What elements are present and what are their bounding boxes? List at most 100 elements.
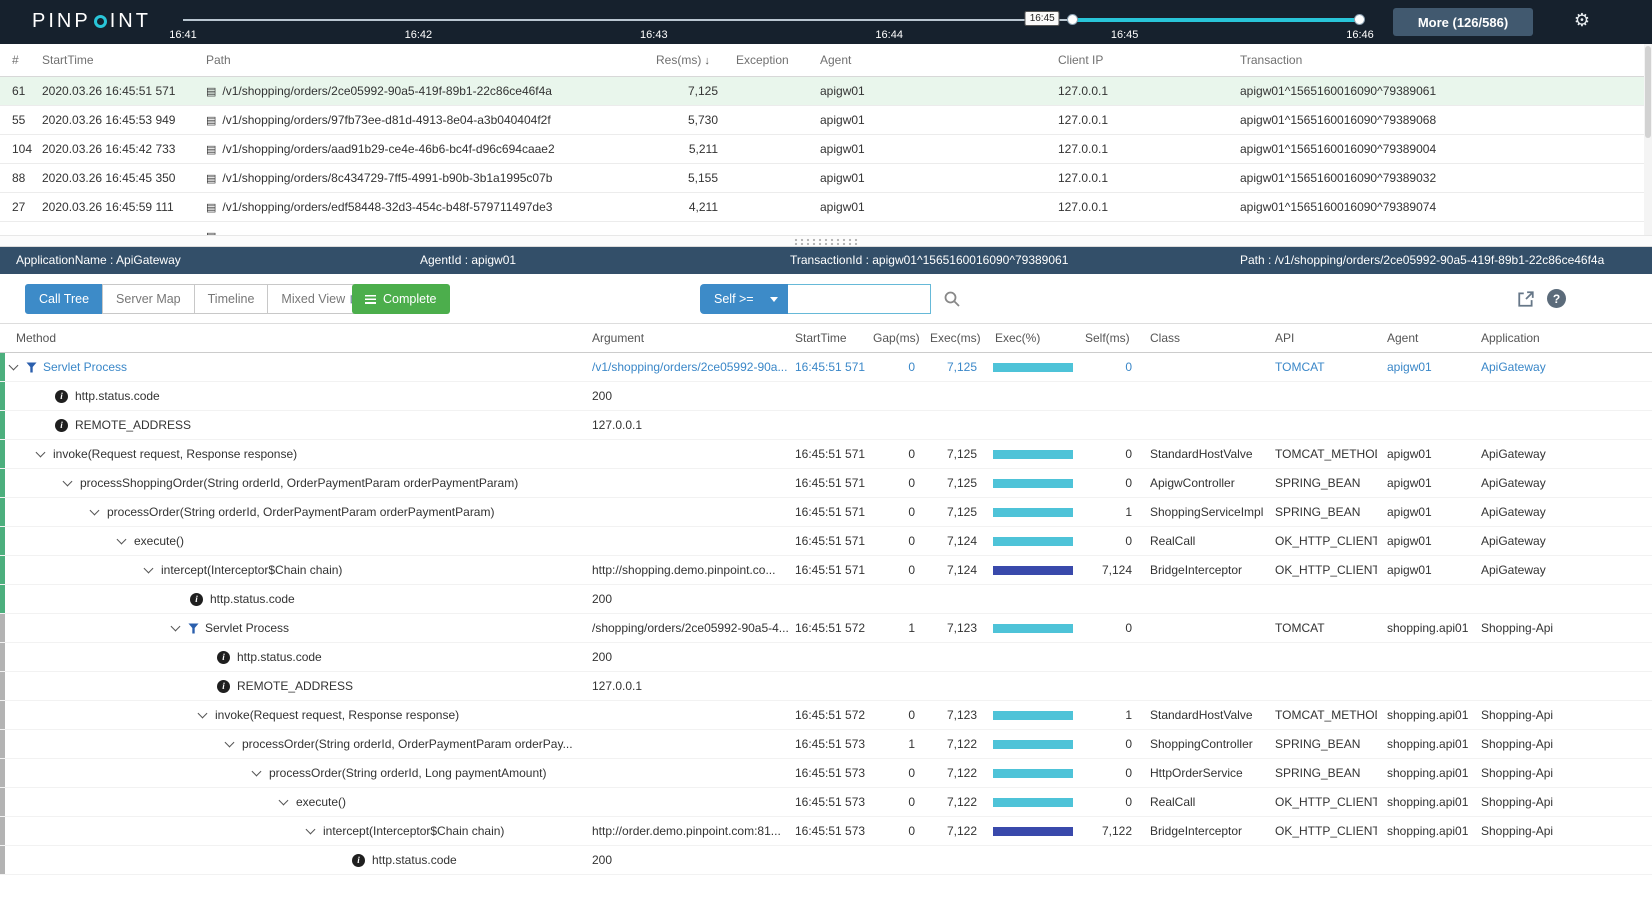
col-header-exception[interactable]: Exception xyxy=(730,53,814,67)
tree-application: ApiGateway xyxy=(1471,360,1652,374)
tree-method[interactable]: intercept(Interceptor$Chain chain) xyxy=(0,824,590,838)
col-header-method[interactable]: Method xyxy=(0,331,590,345)
timeline-slider[interactable]: 16:45 16:41 16:42 16:43 16:44 16:45 16:4… xyxy=(183,0,1360,44)
col-header-exec-pct[interactable]: Exec(%) xyxy=(985,331,1080,345)
transaction-row[interactable]: 272020.03.26 16:45:59 111▤/v1/shopping/o… xyxy=(0,193,1652,222)
call-tree-row[interactable]: processOrder(String orderId, Long paymen… xyxy=(0,759,1652,788)
chevron-down-icon[interactable] xyxy=(90,506,100,516)
call-tree-row[interactable]: execute()16:45:51 57307,1220RealCallOK_H… xyxy=(0,788,1652,817)
timeline-handle-right[interactable] xyxy=(1354,14,1365,25)
col-header-index[interactable]: # xyxy=(0,53,36,67)
tree-api: SPRING_BEAN xyxy=(1265,737,1377,751)
call-tree-row[interactable]: invoke(Request request, Response respons… xyxy=(0,701,1652,730)
txn-path[interactable]: ▤/v1/shopping/orders/aad91b29-ce4e-46b6-… xyxy=(200,142,650,156)
tree-method[interactable]: intercept(Interceptor$Chain chain) xyxy=(0,563,590,577)
call-tree-row[interactable]: ihttp.status.code200 xyxy=(0,382,1652,411)
resize-handle[interactable] xyxy=(0,235,1652,247)
col-header-gap-ms[interactable]: Gap(ms) xyxy=(873,331,923,345)
transaction-row-partial[interactable]: ▤ xyxy=(0,222,1652,235)
chevron-down-icon[interactable] xyxy=(252,767,262,777)
tree-method[interactable]: iREMOTE_ADDRESS xyxy=(0,418,590,432)
col-header-transaction[interactable]: Transaction xyxy=(1234,53,1652,67)
vertical-scrollbar[interactable] xyxy=(1644,44,1652,235)
txn-path[interactable]: ▤/v1/shopping/orders/edf58448-32d3-454c-… xyxy=(200,200,650,214)
tree-method[interactable]: invoke(Request request, Response respons… xyxy=(0,708,590,722)
chevron-down-icon[interactable] xyxy=(117,535,127,545)
open-in-new-icon[interactable] xyxy=(1517,290,1535,308)
col-header-api[interactable]: API xyxy=(1265,331,1377,345)
tree-method[interactable]: processOrder(String orderId, Long paymen… xyxy=(0,766,590,780)
call-tree-row[interactable]: ihttp.status.code200 xyxy=(0,643,1652,672)
call-tree-row[interactable]: iREMOTE_ADDRESS127.0.0.1 xyxy=(0,672,1652,701)
col-header-agent[interactable]: Agent xyxy=(814,53,1052,67)
col-header-path[interactable]: Path xyxy=(200,53,650,67)
transaction-row[interactable]: 882020.03.26 16:45:45 350▤/v1/shopping/o… xyxy=(0,164,1652,193)
chevron-down-icon[interactable] xyxy=(63,477,73,487)
chevron-down-icon[interactable] xyxy=(171,622,181,632)
tree-method[interactable]: Servlet Process xyxy=(0,621,590,635)
col-header-self-ms[interactable]: Self(ms) xyxy=(1080,331,1140,345)
col-header-start-time[interactable]: StartTime xyxy=(36,53,200,67)
col-header-argument[interactable]: Argument xyxy=(590,331,793,345)
tree-method[interactable]: execute() xyxy=(0,795,590,809)
tree-method[interactable]: processOrder(String orderId, OrderPaymen… xyxy=(0,505,590,519)
tree-method[interactable]: Servlet Process xyxy=(0,360,590,374)
search-icon[interactable] xyxy=(943,290,961,308)
call-tree-row[interactable]: processOrder(String orderId, OrderPaymen… xyxy=(0,498,1652,527)
call-tree-row[interactable]: Servlet Process/v1/shopping/orders/2ce05… xyxy=(0,353,1652,382)
col-header-res-ms[interactable]: Res(ms)↓ xyxy=(650,53,730,67)
chevron-down-icon[interactable] xyxy=(225,738,235,748)
col-header-exec-ms[interactable]: Exec(ms) xyxy=(923,331,985,345)
chevron-down-icon[interactable] xyxy=(279,796,289,806)
txn-path[interactable]: ▤/v1/shopping/orders/97fb73ee-d81d-4913-… xyxy=(200,113,650,127)
chevron-down-icon[interactable] xyxy=(144,564,154,574)
more-button[interactable]: More (126/586) xyxy=(1393,8,1533,36)
transaction-row[interactable]: 612020.03.26 16:45:51 571▤/v1/shopping/o… xyxy=(0,77,1652,106)
servlet-process-icon xyxy=(188,623,199,634)
call-tree-row[interactable]: intercept(Interceptor$Chain chain)http:/… xyxy=(0,817,1652,846)
tree-method[interactable]: execute() xyxy=(0,534,590,548)
tab-call-tree[interactable]: Call Tree xyxy=(25,284,103,314)
tree-method[interactable]: ihttp.status.code xyxy=(0,389,590,403)
call-tree-row[interactable]: iREMOTE_ADDRESS127.0.0.1 xyxy=(0,411,1652,440)
tree-method[interactable]: ihttp.status.code xyxy=(0,592,590,606)
call-tree-row[interactable]: intercept(Interceptor$Chain chain)http:/… xyxy=(0,556,1652,585)
col-header-client-ip[interactable]: Client IP xyxy=(1052,53,1234,67)
call-tree-row[interactable]: invoke(Request request, Response respons… xyxy=(0,440,1652,469)
complete-button[interactable]: Complete xyxy=(352,284,450,314)
col-header-agent[interactable]: Agent xyxy=(1377,331,1471,345)
search-input[interactable] xyxy=(788,284,931,314)
txn-path[interactable]: ▤ xyxy=(200,229,650,235)
tree-method[interactable]: ihttp.status.code xyxy=(0,853,590,867)
tab-timeline[interactable]: Timeline xyxy=(194,284,269,314)
call-tree-row[interactable]: Servlet Process/shopping/orders/2ce05992… xyxy=(0,614,1652,643)
call-tree-row[interactable]: processShoppingOrder(String orderId, Ord… xyxy=(0,469,1652,498)
tree-method[interactable]: iREMOTE_ADDRESS xyxy=(0,679,590,693)
tree-method[interactable]: ihttp.status.code xyxy=(0,650,590,664)
chevron-down-icon[interactable] xyxy=(198,709,208,719)
txn-path[interactable]: ▤/v1/shopping/orders/2ce05992-90a5-419f-… xyxy=(200,84,650,98)
col-header-class[interactable]: Class xyxy=(1140,331,1265,345)
txn-path[interactable]: ▤/v1/shopping/orders/8c434729-7ff5-4991-… xyxy=(200,171,650,185)
tree-method[interactable]: processOrder(String orderId, OrderPaymen… xyxy=(0,737,590,751)
tree-method[interactable]: processShoppingOrder(String orderId, Ord… xyxy=(0,476,590,490)
app-logo[interactable]: PINPINT xyxy=(32,10,151,33)
call-tree-row[interactable]: ihttp.status.code200 xyxy=(0,846,1652,875)
call-tree-row[interactable]: execute()16:45:51 57107,1240RealCallOK_H… xyxy=(0,527,1652,556)
call-tree-row[interactable]: ihttp.status.code200 xyxy=(0,585,1652,614)
tab-server-map[interactable]: Server Map xyxy=(102,284,195,314)
chevron-down-icon[interactable] xyxy=(36,448,46,458)
transaction-row[interactable]: 552020.03.26 16:45:53 949▤/v1/shopping/o… xyxy=(0,106,1652,135)
call-tree-row[interactable]: processOrder(String orderId, OrderPaymen… xyxy=(0,730,1652,759)
help-icon[interactable]: ? xyxy=(1547,289,1566,308)
col-header-start-time[interactable]: StartTime xyxy=(793,331,873,345)
timeline-handle-left[interactable] xyxy=(1067,14,1078,25)
gear-icon[interactable]: ⚙ xyxy=(1574,11,1590,29)
chevron-down-icon[interactable] xyxy=(306,825,316,835)
transaction-row[interactable]: 1042020.03.26 16:45:42 733▤/v1/shopping/… xyxy=(0,135,1652,164)
tree-method[interactable]: invoke(Request request, Response respons… xyxy=(0,447,590,461)
scrollbar-thumb[interactable] xyxy=(1645,46,1651,138)
filter-select[interactable]: Self >= xyxy=(700,284,788,314)
col-header-application[interactable]: Application xyxy=(1471,331,1652,345)
chevron-down-icon[interactable] xyxy=(9,361,19,371)
